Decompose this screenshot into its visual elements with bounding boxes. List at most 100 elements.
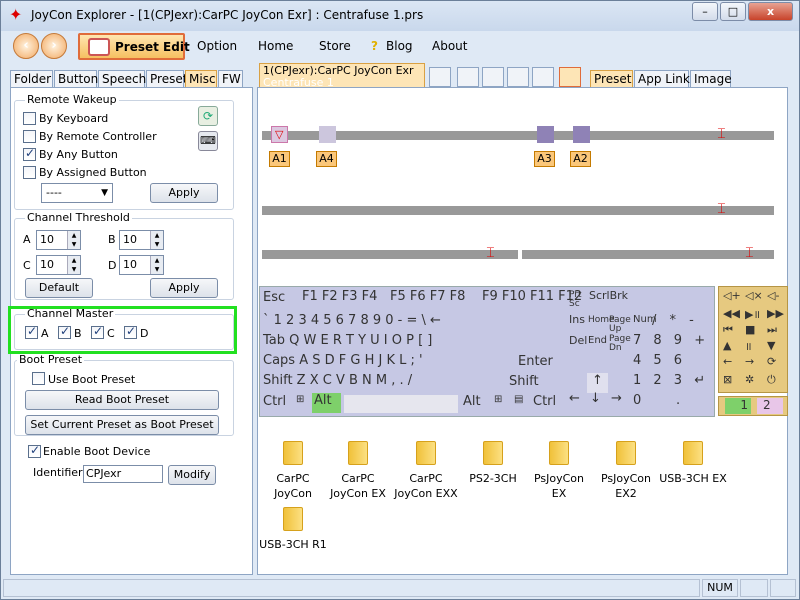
threshold-marker-1[interactable]: ⌶ (717, 126, 726, 143)
use-boot-preset-checkbox[interactable] (32, 372, 45, 385)
play-pause-icon[interactable]: ▶॥ (745, 307, 760, 322)
menu-key-icon[interactable]: ▤ (514, 394, 523, 405)
prev-track-icon[interactable]: ⏮ (723, 323, 733, 337)
volume-up-icon[interactable]: ◁+ (723, 289, 741, 302)
volume-down-icon[interactable]: ◁- (767, 289, 779, 302)
tag-a3[interactable]: A3 (534, 151, 555, 167)
enable-boot-device-checkbox[interactable] (28, 443, 41, 458)
spin-up-icon[interactable]: ▲ (150, 231, 163, 240)
set-boot-preset-button[interactable]: Set Current Preset as Boot Preset (25, 415, 219, 435)
minimize-button[interactable]: – (692, 2, 718, 21)
tag-a1[interactable]: A1 (269, 151, 290, 167)
by-keyboard-checkbox[interactable] (23, 112, 36, 125)
tool-page-icon[interactable] (457, 67, 479, 87)
forward-button[interactable]: › (41, 33, 67, 59)
channel-bar-2[interactable] (262, 206, 774, 215)
threshold-marker-2[interactable]: ⌶ (717, 201, 726, 218)
key-row-tab[interactable]: Tab Q W E R T Y U I O P [ ] (263, 333, 432, 348)
threshold-d-spinner[interactable]: 10 ▲ ▼ (119, 255, 164, 275)
spin-down-icon[interactable]: ▼ (150, 240, 163, 249)
folder-item[interactable]: USB-3CH EX (659, 441, 727, 486)
close-button[interactable]: x (748, 2, 793, 21)
key-row-caps[interactable]: Caps A S D F G H J K L ; ' (263, 353, 423, 368)
key-del[interactable]: Del (569, 334, 587, 347)
tab-app-link[interactable]: App Link (634, 70, 690, 88)
refresh-icon[interactable]: ⟳ (198, 106, 218, 126)
threshold-marker-4[interactable]: ⌶ (745, 245, 754, 262)
spin-up-icon[interactable]: ▲ (67, 256, 80, 265)
pause-icon[interactable]: ॥ (745, 339, 752, 354)
channel-bar-3b[interactable] (522, 250, 774, 259)
preset-edit-button[interactable]: Preset Edit (78, 33, 190, 60)
read-boot-preset-button[interactable]: Read Boot Preset (25, 390, 219, 410)
tab-button[interactable]: Button (54, 70, 98, 88)
key-enter[interactable]: Enter (518, 354, 553, 369)
refresh-page-icon[interactable]: ⟳ (767, 355, 776, 368)
key-numrow3[interactable]: 4 5 6 (633, 353, 682, 368)
tag-a2[interactable]: A2 (570, 151, 591, 167)
menu-option[interactable]: Option (197, 39, 237, 53)
by-remote-checkbox[interactable] (23, 130, 36, 143)
key-up[interactable]: ↑ (587, 373, 608, 393)
folder-item[interactable]: CarPC JoyCon (259, 441, 327, 501)
folder-item[interactable]: USB-3CH R1 (259, 507, 327, 552)
key-arrows[interactable]: ← ↓ → (569, 391, 622, 406)
threshold-apply-button[interactable]: Apply (150, 278, 218, 298)
tab-right-preset[interactable]: Preset (590, 70, 633, 88)
tab-fw[interactable]: FW (218, 70, 243, 88)
key-f5-f8[interactable]: F5 F6 F7 F8 (390, 289, 465, 304)
threshold-marker-3[interactable]: ⌶ (486, 245, 495, 262)
tab-misc[interactable]: Misc (185, 70, 217, 88)
slot-a3[interactable] (537, 126, 554, 143)
next-track-icon[interactable]: ⏭ (767, 323, 777, 337)
folder-item[interactable]: CarPC JoyCon EX (324, 441, 392, 501)
threshold-a-spinner[interactable]: 10 ▲ ▼ (36, 230, 81, 250)
channel-bar-1[interactable] (262, 131, 774, 140)
folder-item[interactable]: PS2-3CH (459, 441, 527, 486)
forward-icon[interactable]: → (745, 355, 754, 368)
page-2-button[interactable]: 2 (757, 398, 783, 414)
by-assigned-button-checkbox[interactable] (23, 166, 36, 179)
threshold-b-spinner[interactable]: 10 ▲ ▼ (119, 230, 164, 250)
volume-mute-icon[interactable]: ◁× (745, 289, 763, 302)
tool-layers-icon[interactable] (532, 67, 554, 87)
folder-item[interactable]: PsJoyCon EX (525, 441, 593, 501)
spin-down-icon[interactable]: ▼ (67, 265, 80, 274)
maximize-button[interactable]: □ (720, 2, 746, 21)
key-num0[interactable]: 0 (633, 393, 641, 408)
threshold-c-spinner[interactable]: 10 ▲ ▼ (36, 255, 81, 275)
key-shift-right[interactable]: Shift (509, 374, 539, 389)
tool-line-icon[interactable] (482, 67, 504, 87)
menu-about[interactable]: About (432, 39, 467, 53)
key-numrow2[interactable]: 7 8 9 + (633, 333, 705, 348)
page-1-button[interactable]: 1 (725, 398, 751, 414)
slot-a1[interactable]: ▽ (271, 126, 288, 143)
spin-up-icon[interactable]: ▲ (150, 256, 163, 265)
folder-item[interactable]: PsJoyCon EX2 (592, 441, 660, 501)
key-f1-f4[interactable]: F1 F2 F3 F4 (302, 289, 377, 304)
tab-speech[interactable]: Speech (98, 70, 146, 88)
key-pageup[interactable]: Page Up (609, 316, 631, 334)
channel-bar-3a[interactable] (262, 250, 518, 259)
menu-home[interactable]: Home (258, 39, 293, 53)
back-icon[interactable]: ← (723, 355, 732, 368)
rewind-icon[interactable]: ◀◀ (723, 307, 740, 320)
tag-a4[interactable]: A4 (316, 151, 337, 167)
identifier-input[interactable]: CPJexr (83, 465, 163, 483)
menu-blog[interactable]: Blog (386, 39, 413, 53)
tool-fit-icon[interactable] (559, 67, 581, 87)
threshold-default-button[interactable]: Default (25, 278, 93, 298)
modify-button[interactable]: Modify (168, 465, 216, 485)
spin-down-icon[interactable]: ▼ (67, 240, 80, 249)
slot-a4[interactable] (319, 126, 336, 143)
keyboard-device-icon[interactable]: ⌨ (198, 131, 218, 151)
key-alt-left[interactable]: Alt (312, 393, 341, 413)
dropdown-icon[interactable]: ▼ (767, 339, 775, 352)
menu-store[interactable]: Store (319, 39, 351, 53)
key-ctrl-right[interactable]: Ctrl (533, 394, 556, 409)
key-alt-right[interactable]: Alt (463, 394, 481, 409)
key-row-numbers[interactable]: ` 1 2 3 4 5 6 7 8 9 0 - = \ ← (263, 313, 441, 328)
key-space[interactable] (344, 395, 458, 413)
windows-key-right-icon[interactable]: ⊞ (494, 394, 502, 405)
key-esc[interactable]: Esc (263, 290, 285, 305)
